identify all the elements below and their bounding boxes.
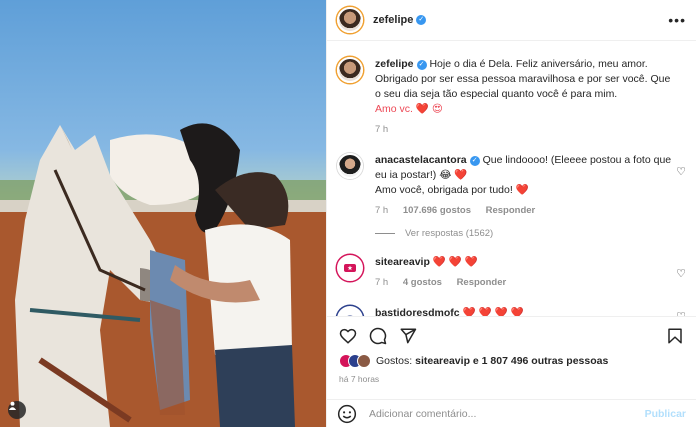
verified-icon: ✓ <box>416 60 427 70</box>
post-detail-panel: zefelipe ✓ ••• zefelipe ✓ Hoje o dia é De… <box>326 0 696 427</box>
author-avatar[interactable] <box>337 7 363 33</box>
share-send-icon[interactable] <box>399 327 417 345</box>
comment-item: siteareavip ❤️ ❤️ ❤️ 7 h 4 gostos Respon… <box>337 255 686 290</box>
view-replies-button[interactable]: Ver respostas (1562) <box>375 228 686 239</box>
commenter-avatar[interactable] <box>337 153 363 179</box>
more-options-icon[interactable]: ••• <box>668 12 686 28</box>
comment-username[interactable]: bastidoresdmofc <box>375 307 460 316</box>
comment-item: bastidoresdmofc ❤️ ❤️ ❤️ ❤️ ♡ <box>337 306 686 316</box>
publish-button[interactable]: Publicar <box>645 408 686 420</box>
comment-text-line2: Amo você, obrigada por tudo! ❤️ <box>375 184 529 196</box>
comment-composer: Publicar <box>327 399 696 427</box>
save-bookmark-icon[interactable] <box>666 327 684 345</box>
caption-avatar[interactable] <box>337 57 363 83</box>
likes-first-user[interactable]: siteareavip <box>415 355 470 367</box>
comment-likes[interactable]: 107.696 gostos <box>403 205 471 216</box>
verified-icon: ✓ <box>416 15 427 25</box>
likes-rest[interactable]: e 1 807 496 outras pessoas <box>473 355 608 367</box>
post-photo[interactable] <box>0 0 326 427</box>
comment-item: anacastelacantora ✓ Que lindoooo! (Eleeee… <box>337 153 686 218</box>
comment-username[interactable]: anacastelacantora <box>375 154 467 166</box>
like-heart-icon[interactable] <box>339 327 357 345</box>
caption-time[interactable]: 7 h <box>375 124 388 135</box>
comment-input[interactable] <box>369 407 645 420</box>
reply-button[interactable]: Responder <box>457 277 507 288</box>
commenter-avatar[interactable] <box>337 255 363 281</box>
comment-bubble-icon[interactable] <box>369 327 387 345</box>
caption-username[interactable]: zefelipe <box>375 58 414 70</box>
commenter-avatar[interactable] <box>337 306 363 316</box>
divider <box>375 233 395 234</box>
comment-likes[interactable]: 4 gostos <box>403 277 442 288</box>
post-header: zefelipe ✓ ••• <box>327 0 696 41</box>
reply-button[interactable]: Responder <box>486 205 536 216</box>
posted-time[interactable]: há 7 horas <box>339 374 379 384</box>
couple-with-horse-image <box>0 123 326 427</box>
likes-label: Gostos: <box>376 355 413 367</box>
like-comment-heart-icon[interactable]: ♡ <box>676 165 686 178</box>
comments-list[interactable]: zefelipe ✓ Hoje o dia é Dela. Feliz anive… <box>327 41 696 316</box>
comment-text: ❤️ ❤️ ❤️ ❤️ <box>462 307 524 316</box>
comment-username[interactable]: siteareavip <box>375 256 430 268</box>
caption-signoff: Amo vc. ❤️ 😍 <box>375 103 443 115</box>
view-replies-label: Ver respostas (1562) <box>405 228 494 239</box>
comment-time[interactable]: 7 h <box>375 277 388 288</box>
likes-summary[interactable]: Gostos: siteareavip e 1 807 496 outras p… <box>339 354 684 368</box>
comment-text: ❤️ ❤️ ❤️ <box>432 256 478 268</box>
user-tag-icon[interactable] <box>8 401 26 419</box>
verified-icon: ✓ <box>469 156 480 166</box>
like-comment-heart-icon[interactable]: ♡ <box>676 267 686 280</box>
comment-time[interactable]: 7 h <box>375 205 388 216</box>
caption: zefelipe ✓ Hoje o dia é Dela. Feliz anive… <box>337 57 686 137</box>
liker-avatar <box>357 354 371 368</box>
emoji-smiley-icon[interactable] <box>337 404 357 424</box>
author-username[interactable]: zefelipe <box>373 14 413 26</box>
star-logo-icon <box>344 264 356 272</box>
post-actions-bar <box>327 316 696 354</box>
